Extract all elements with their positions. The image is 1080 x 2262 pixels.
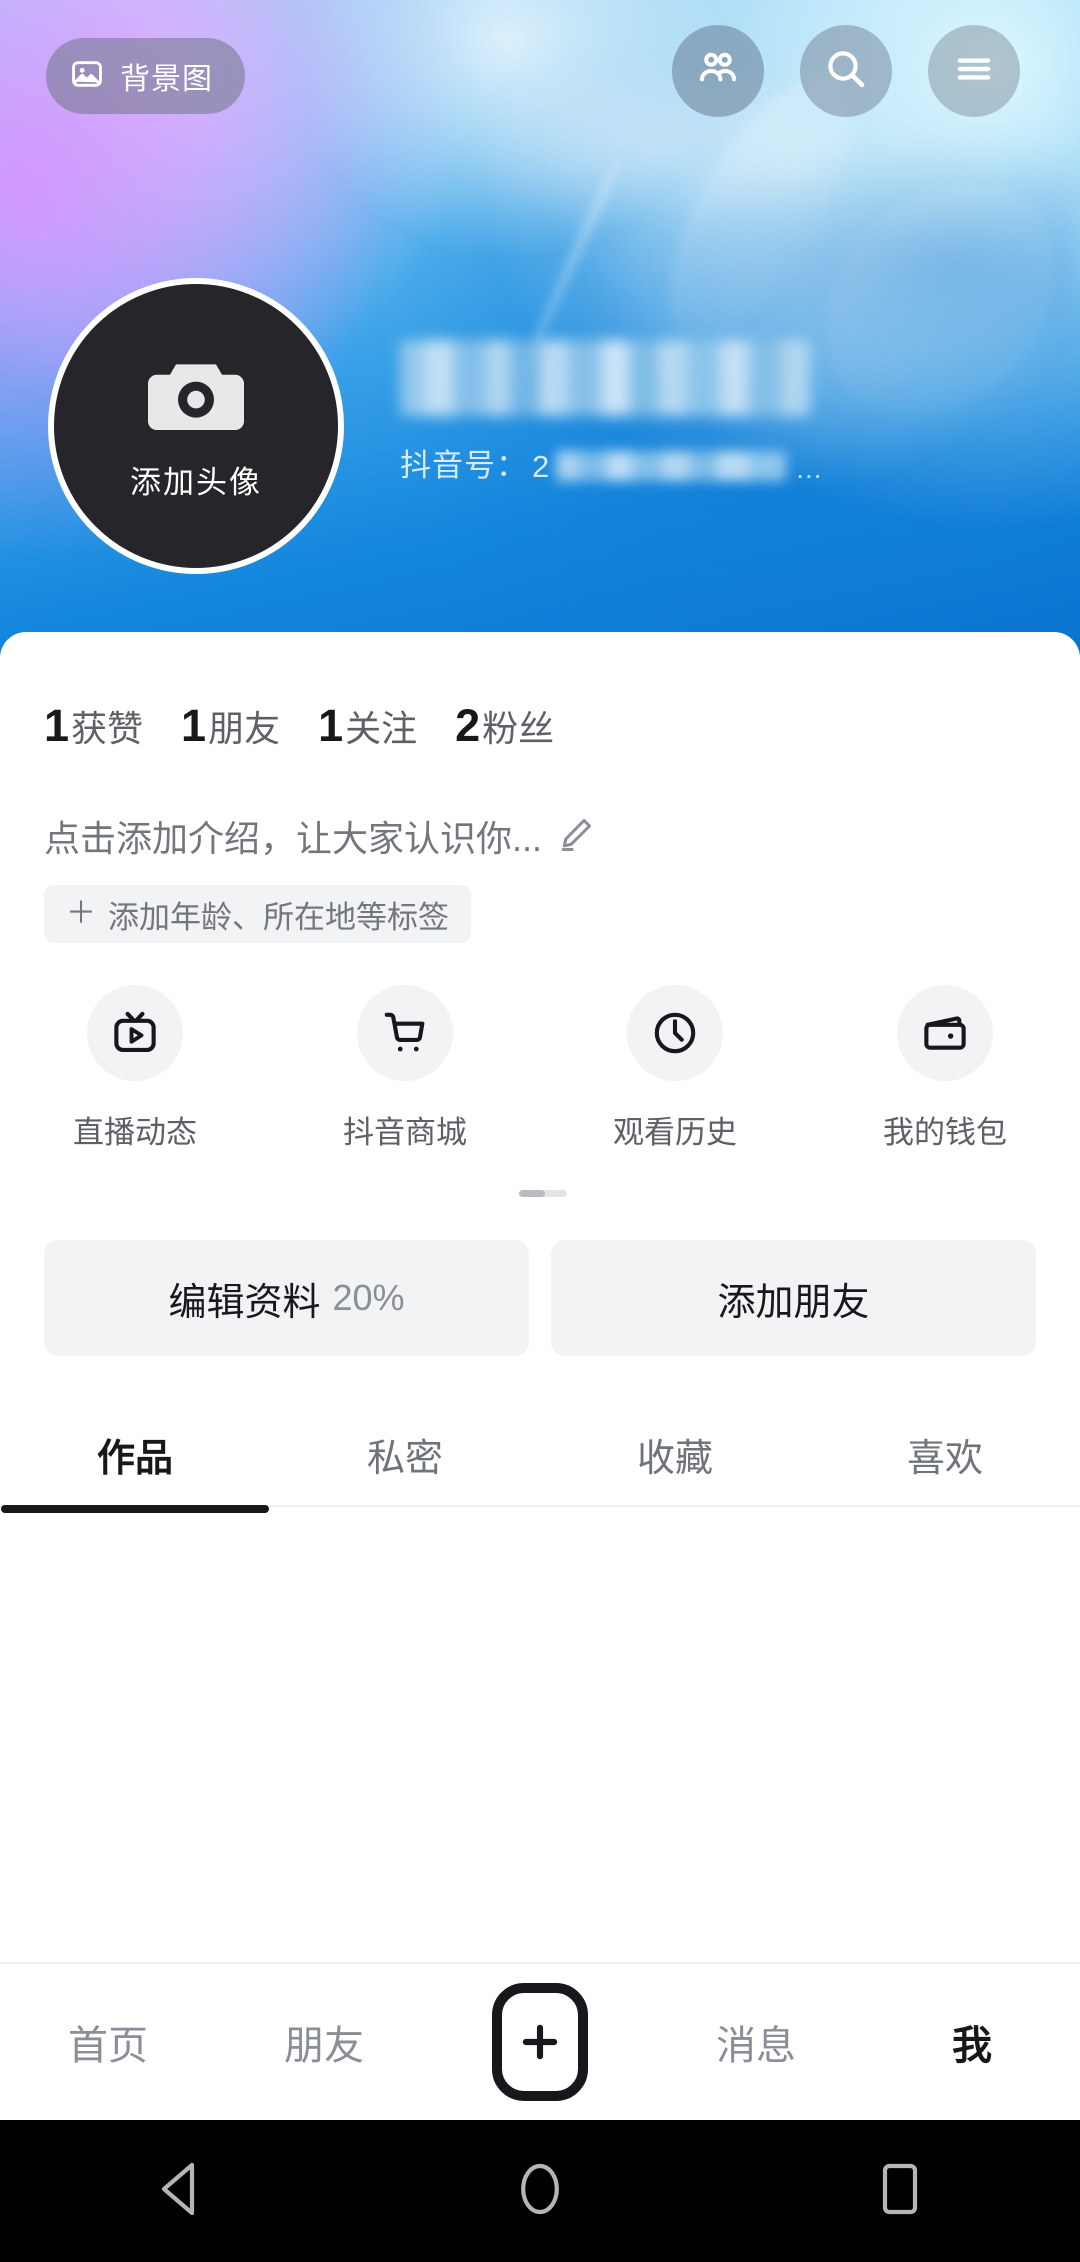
stat-likes[interactable]: 1 获赞 <box>44 700 143 752</box>
tab-label: 作品 <box>96 1437 173 1480</box>
tab-label: 私密 <box>366 1437 443 1480</box>
edit-profile-progress: 20% <box>332 1277 405 1318</box>
nav-home[interactable]: 首页 <box>0 2013 216 2071</box>
stat-following[interactable]: 1 关注 <box>318 700 417 752</box>
shortcut-wallet[interactable]: 我的钱包 <box>810 985 1080 1152</box>
home-button[interactable] <box>440 2160 640 2223</box>
nav-messages[interactable]: 消息 <box>648 2013 864 2071</box>
tab-likes[interactable]: 喜欢 <box>810 1395 1080 1513</box>
bio-row[interactable]: 点击添加介绍，让大家认识你... <box>44 810 596 862</box>
stat-value: 1 <box>181 700 206 751</box>
douyin-id-label: 抖音号： <box>400 448 528 483</box>
friends-button[interactable] <box>672 25 764 117</box>
plus-icon <box>492 1983 588 2101</box>
avatar-add-button[interactable]: 添加头像 <box>48 278 344 574</box>
douyin-id-blurred <box>556 451 787 481</box>
nav-label: 消息 <box>716 2024 796 2068</box>
android-system-nav <box>0 2120 1080 2262</box>
profile-identity: 抖音号： 2 ... <box>400 340 823 485</box>
douyin-id-ellipsis: ... <box>796 453 823 484</box>
hamburger-menu-icon <box>951 46 997 97</box>
nav-label: 我 <box>952 2024 992 2068</box>
tab-label: 喜欢 <box>906 1437 983 1480</box>
shortcut-label: 我的钱包 <box>883 1115 1007 1150</box>
friends-icon <box>694 45 742 98</box>
douyin-profile-screen: 背景图 添加头像 抖音号： 2 ... 1 获赞 1 朋友 1 关注 2 粉丝 … <box>0 0 1080 2262</box>
shortcut-history[interactable]: 观看历史 <box>540 985 810 1152</box>
shortcut-mall[interactable]: 抖音商城 <box>270 985 540 1152</box>
nav-create[interactable] <box>432 1983 648 2101</box>
back-triangle-icon <box>154 2160 206 2223</box>
back-button[interactable] <box>80 2160 280 2223</box>
tab-label: 收藏 <box>636 1437 713 1480</box>
stat-value: 2 <box>455 700 480 751</box>
home-circle-icon <box>517 2160 563 2223</box>
douyin-id-row[interactable]: 抖音号： 2 ... <box>400 440 823 485</box>
shortcut-label: 观看历史 <box>613 1115 737 1150</box>
search-icon <box>822 45 870 98</box>
shortcut-label: 直播动态 <box>73 1115 197 1150</box>
stat-value: 1 <box>44 700 69 751</box>
stat-label: 获赞 <box>71 708 144 749</box>
add-tags-label: 添加年龄、所在地等标签 <box>108 899 449 935</box>
stat-friends[interactable]: 1 朋友 <box>181 700 280 752</box>
add-friend-label: 添加朋友 <box>717 1281 870 1324</box>
shortcut-label: 抖音商城 <box>343 1115 467 1150</box>
nav-label: 首页 <box>68 2024 148 2068</box>
stat-label: 关注 <box>345 708 418 749</box>
cover-streak <box>778 136 1080 464</box>
menu-button[interactable] <box>928 25 1020 117</box>
tab-works[interactable]: 作品 <box>0 1395 270 1513</box>
camera-icon <box>144 350 248 443</box>
shortcuts-scroll-indicator <box>519 1190 567 1197</box>
nav-friends[interactable]: 朋友 <box>216 2013 432 2071</box>
stat-followers[interactable]: 2 粉丝 <box>455 700 554 752</box>
bottom-navigation: 首页 朋友 消息 我 <box>0 1962 1080 2120</box>
nav-me[interactable]: 我 <box>864 2013 1080 2071</box>
shopping-cart-icon <box>357 985 453 1081</box>
bio-placeholder: 点击添加介绍，让大家认识你... <box>44 818 543 859</box>
stat-value: 1 <box>318 700 343 751</box>
plus-icon: ＋ <box>66 897 96 930</box>
add-friend-button[interactable]: 添加朋友 <box>551 1240 1036 1356</box>
add-tags-button[interactable]: ＋ 添加年龄、所在地等标签 <box>44 885 471 943</box>
action-buttons-row: 编辑资料 20% 添加朋友 <box>44 1240 1036 1356</box>
avatar-add-label: 添加头像 <box>130 465 262 500</box>
wallet-icon <box>897 985 993 1081</box>
recents-button[interactable] <box>800 2161 1000 2222</box>
top-bar: 背景图 <box>0 0 1080 150</box>
cover-image-button[interactable]: 背景图 <box>46 38 245 114</box>
stat-label: 粉丝 <box>482 708 555 749</box>
pencil-icon <box>556 814 596 859</box>
stat-label: 朋友 <box>208 708 281 749</box>
cover-image-label: 背景图 <box>120 63 213 96</box>
stats-row: 1 获赞 1 朋友 1 关注 2 粉丝 <box>44 700 554 752</box>
nickname-blurred[interactable] <box>400 340 810 416</box>
content-tabs: 作品 私密 收藏 喜欢 <box>0 1395 1080 1513</box>
nav-label: 朋友 <box>284 2024 364 2068</box>
edit-profile-button[interactable]: 编辑资料 20% <box>44 1240 529 1356</box>
tab-favorites[interactable]: 收藏 <box>540 1395 810 1513</box>
shortcut-live[interactable]: 直播动态 <box>0 985 270 1152</box>
shortcuts-row: 直播动态 抖音商城 观看历史 我的钱包 <box>0 985 1080 1152</box>
search-button[interactable] <box>800 25 892 117</box>
tab-private[interactable]: 私密 <box>270 1395 540 1513</box>
edit-profile-label: 编辑资料 <box>168 1281 321 1324</box>
douyin-id-value: 2 <box>532 449 551 484</box>
image-icon <box>70 57 104 96</box>
clock-icon <box>627 985 723 1081</box>
live-tv-icon <box>87 985 183 1081</box>
recents-square-icon <box>878 2161 922 2222</box>
